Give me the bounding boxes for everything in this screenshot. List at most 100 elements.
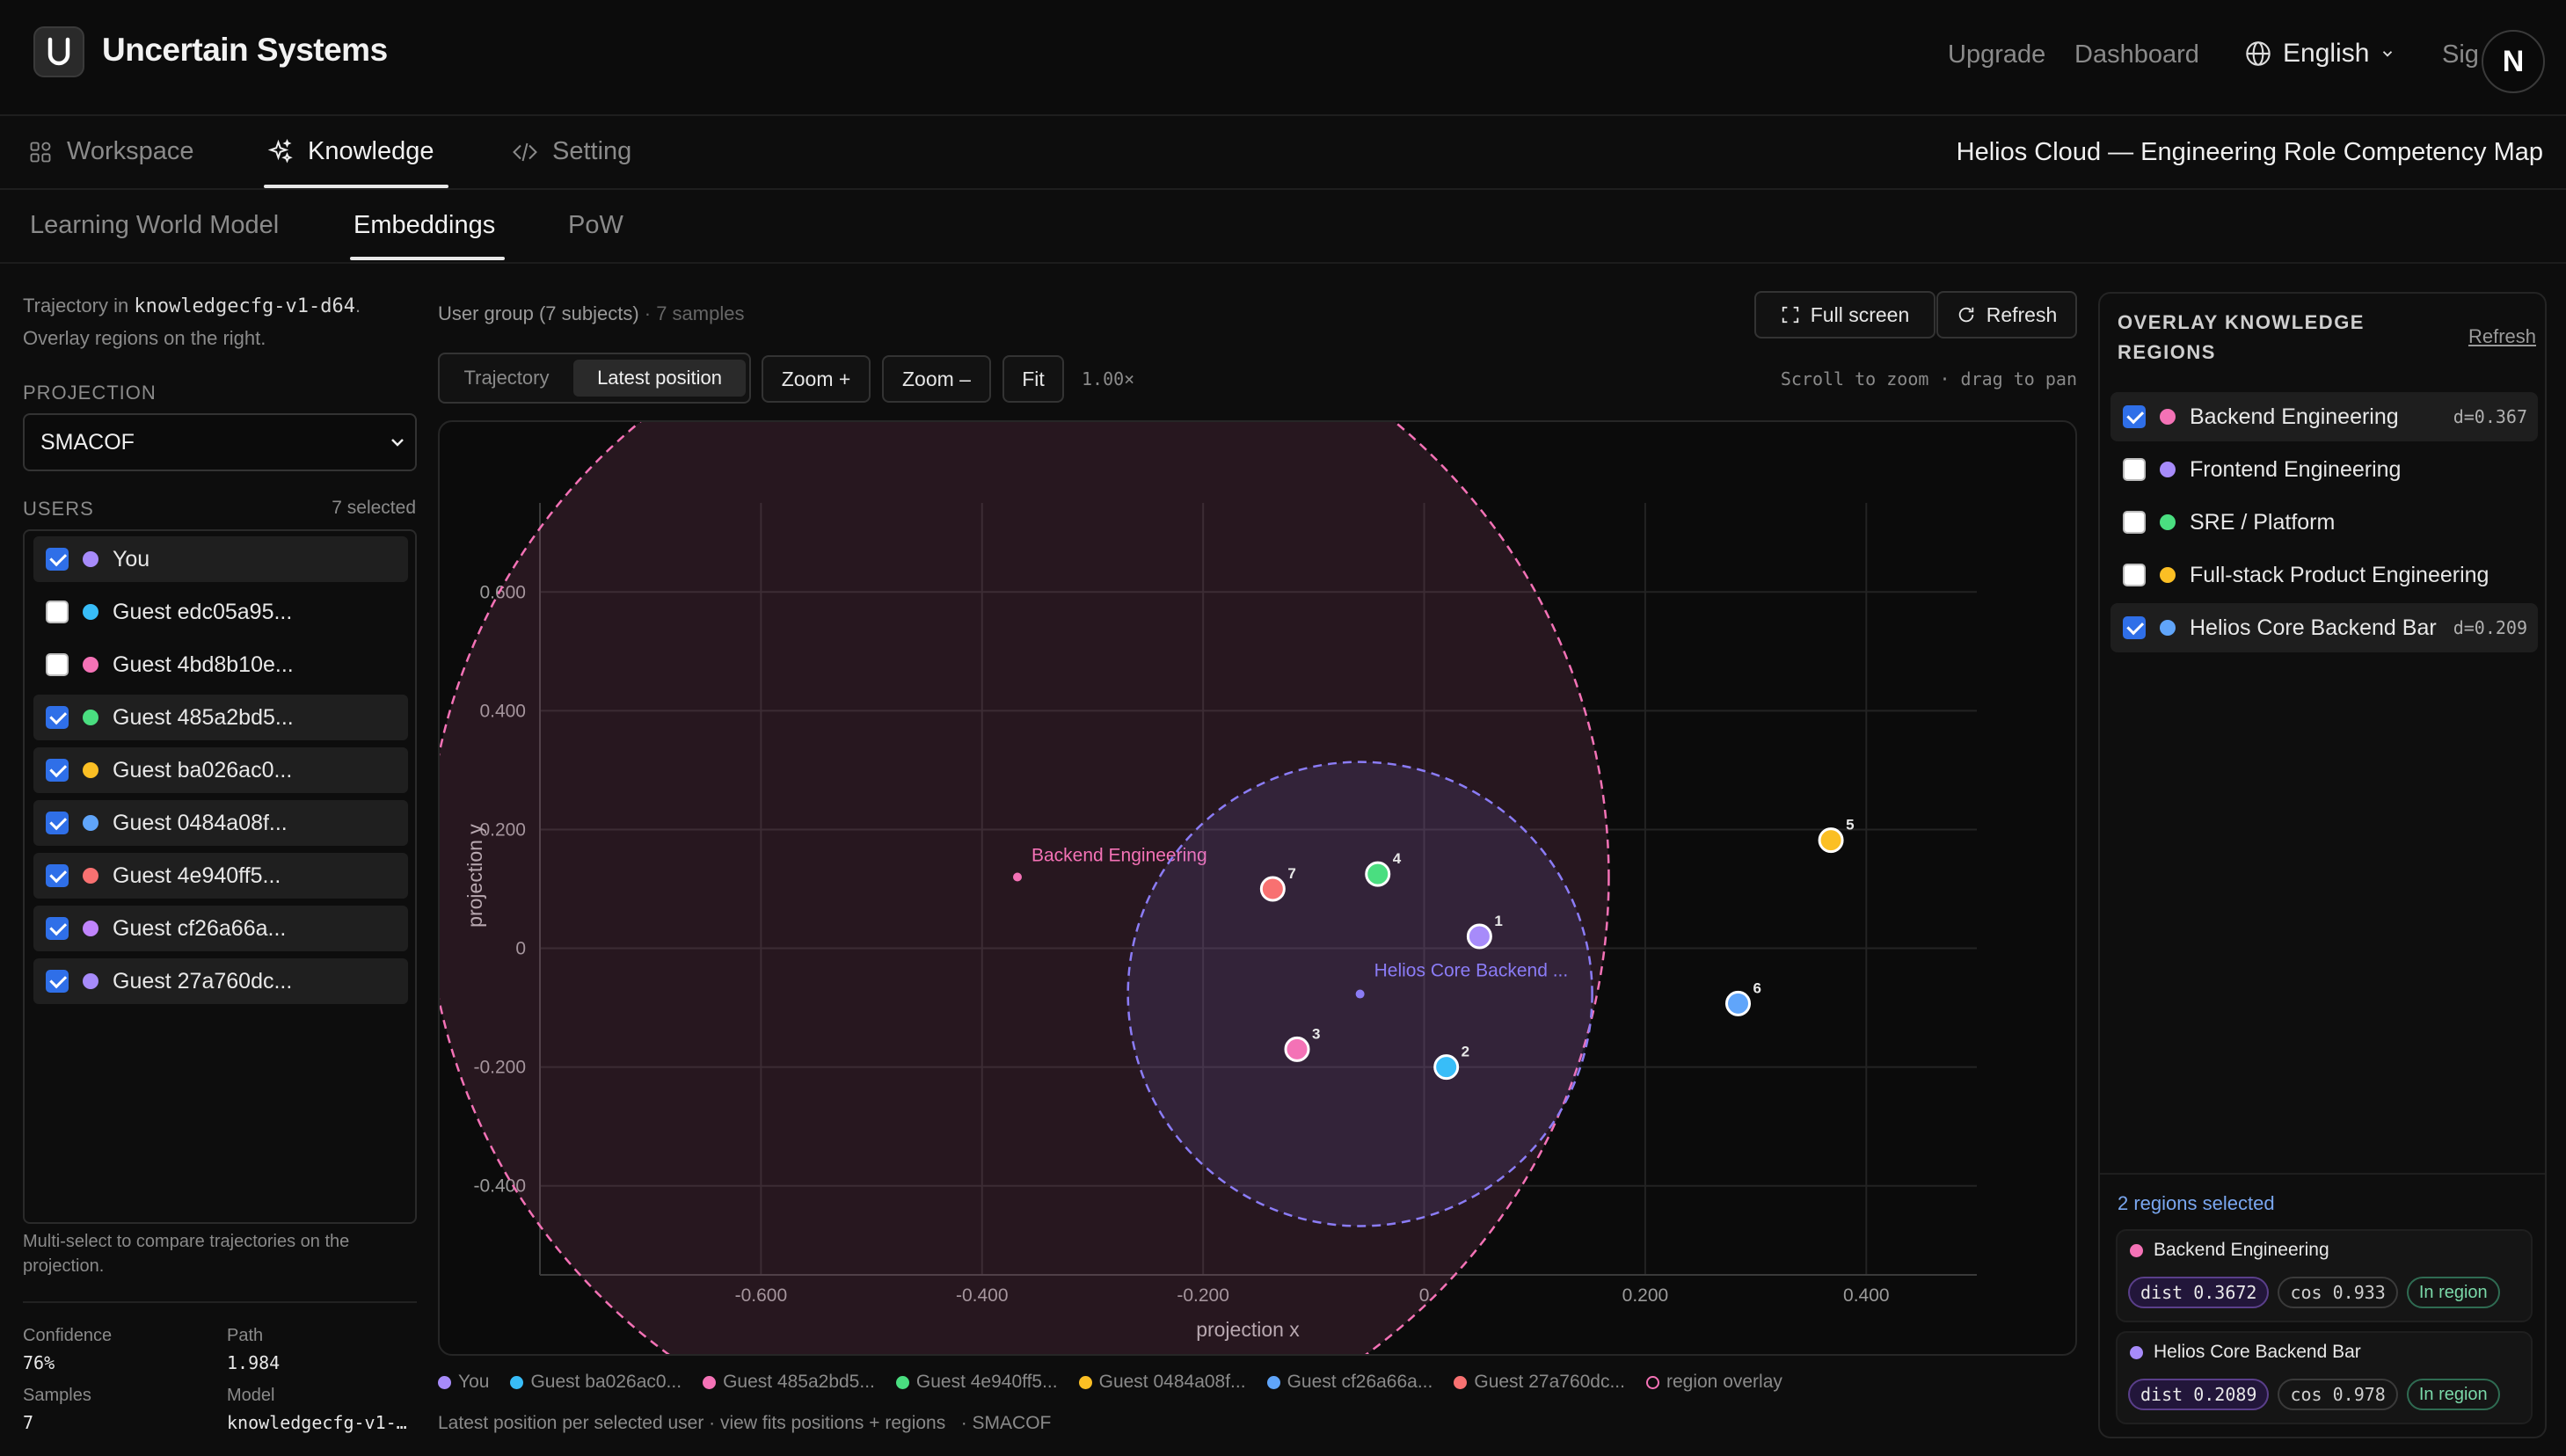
language-selector[interactable]: English (2244, 39, 2395, 69)
user-checkbox[interactable] (46, 759, 69, 782)
legend-swatch (510, 1375, 524, 1389)
user-checkbox[interactable] (46, 548, 69, 571)
user-color-dot (83, 868, 98, 884)
region-checkbox[interactable] (2123, 511, 2146, 534)
region-color-dot (2160, 462, 2176, 477)
path-value: 1.984 (227, 1352, 281, 1373)
distance-pill: dist 0.3672 (2128, 1277, 2270, 1308)
data-point[interactable] (1433, 1054, 1460, 1081)
user-group-name: User group (7 subjects) (438, 302, 639, 324)
confidence-value: 76% (23, 1352, 55, 1373)
sample-count: · 7 samples (638, 302, 745, 324)
mode-latest-button[interactable]: Latest position (573, 360, 746, 397)
user-row[interactable]: Guest cf26a66a... (33, 906, 408, 951)
distance-pill: dist 0.2089 (2128, 1379, 2270, 1410)
sign-in-link[interactable]: Sig (2442, 40, 2479, 69)
data-point[interactable] (1466, 923, 1492, 950)
legend-swatch (703, 1375, 717, 1389)
region-row[interactable]: SRE / Platform (2110, 498, 2538, 547)
legend-label: You (458, 1372, 490, 1392)
legend-label: Guest 27a760dc... (1474, 1372, 1625, 1392)
subtab-embeddings[interactable]: Embeddings (354, 211, 495, 240)
subtab-pow[interactable]: PoW (568, 211, 623, 240)
user-row[interactable]: Guest ba026ac0... (33, 747, 408, 793)
user-row[interactable]: Guest 27a760dc... (33, 958, 408, 1004)
users-hint: Multi-select to compare trajectories on … (23, 1229, 349, 1278)
user-checkbox[interactable] (46, 917, 69, 940)
users-list[interactable]: You Guest edc05a95... Guest 4bd8b10e... Gue… (23, 529, 417, 1224)
legend-label: Guest 485a2bd5... (723, 1372, 875, 1392)
upgrade-link[interactable]: Upgrade (1948, 40, 2045, 69)
legend-label: Guest cf26a66a... (1287, 1372, 1433, 1392)
projection-select[interactable]: SMACOF (23, 413, 417, 471)
user-name: Guest 485a2bd5... (113, 704, 294, 730)
legend-swatch (1645, 1375, 1659, 1389)
region-color-dot (2160, 567, 2176, 583)
overlay-title-line2: REGIONS (2118, 341, 2216, 363)
data-point[interactable] (1818, 827, 1844, 854)
dashboard-link[interactable]: Dashboard (2074, 40, 2199, 69)
mode-trajectory-button[interactable]: Trajectory (445, 360, 568, 397)
user-checkbox[interactable] (46, 601, 69, 623)
user-row[interactable]: Guest 4e940ff5... (33, 853, 408, 899)
zoom-out-button[interactable]: Zoom – (882, 355, 991, 403)
user-checkbox[interactable] (46, 864, 69, 887)
user-row[interactable]: Guest edc05a95... (33, 589, 408, 635)
region-color-dot (2160, 409, 2176, 425)
legend-label: region overlay (1666, 1372, 1782, 1392)
user-row[interactable]: Guest 0484a08f... (33, 800, 408, 846)
region-row[interactable]: Frontend Engineering (2110, 445, 2538, 494)
region-center (1012, 872, 1022, 882)
region-checkbox[interactable] (2123, 564, 2146, 586)
user-checkbox[interactable] (46, 706, 69, 729)
description-line2: Overlay regions on the right. (23, 327, 266, 349)
subtab-learning-world-model[interactable]: Learning World Model (30, 211, 279, 240)
region-row[interactable]: Helios Core Backend Bar d=0.209 (2110, 603, 2538, 652)
user-row[interactable]: Guest 4bd8b10e... (33, 642, 408, 688)
legend-item: Guest 0484a08f... (1078, 1372, 1246, 1393)
point-label: 6 (1753, 979, 1761, 996)
fit-button[interactable]: Fit (1002, 355, 1064, 403)
legend-item: Guest 485a2bd5... (703, 1372, 875, 1393)
scatter-chart[interactable]: -0.600 -0.400 -0.200 0 0.200 0.4000.6000.4000… (440, 422, 2077, 1356)
user-row[interactable]: Guest 485a2bd5... (33, 695, 408, 740)
refresh-icon (1958, 307, 1973, 323)
overlay-refresh-link[interactable]: Refresh (2468, 325, 2536, 348)
avatar[interactable]: N (2482, 30, 2545, 93)
zoom-level: 1.00× (1082, 368, 1135, 389)
region-checkbox[interactable] (2123, 405, 2146, 428)
tab-setting[interactable]: Setting (512, 137, 631, 166)
zoom-in-button[interactable]: Zoom + (762, 355, 871, 403)
user-row[interactable]: You (33, 536, 408, 582)
subtab-divider (0, 262, 2566, 264)
user-checkbox[interactable] (46, 812, 69, 834)
stats-divider (23, 1301, 417, 1303)
data-point[interactable] (1284, 1036, 1310, 1062)
user-checkbox[interactable] (46, 653, 69, 676)
user-name: Guest 4e940ff5... (113, 863, 281, 888)
data-point[interactable] (1365, 861, 1391, 887)
user-checkbox[interactable] (46, 970, 69, 993)
refresh-button[interactable]: Refresh (1936, 291, 2077, 339)
data-point[interactable] (1259, 876, 1286, 902)
embedding-plot[interactable]: -0.600 -0.400 -0.200 0 0.200 0.400 0.600 0.400 0… (438, 420, 2077, 1356)
region-row[interactable]: Backend Engineering d=0.367 (2110, 392, 2538, 441)
fullscreen-label: Full screen (1810, 302, 1910, 326)
region-name: Helios Core Backend Bar (2190, 615, 2437, 640)
data-point[interactable] (1725, 990, 1752, 1016)
tab-knowledge[interactable]: Knowledge (267, 137, 434, 166)
tab-workspace[interactable]: Workspace (28, 137, 194, 166)
brand-logo[interactable] (33, 26, 84, 77)
legend-label: Guest ba026ac0... (530, 1372, 682, 1392)
point-label: 5 (1846, 817, 1854, 834)
fullscreen-button[interactable]: Full screen (1754, 291, 1935, 339)
region-checkbox[interactable] (2123, 616, 2146, 639)
region-row[interactable]: Full-stack Product Engineering (2110, 550, 2538, 600)
legend-item: You (438, 1372, 489, 1393)
legend-swatch (1078, 1375, 1092, 1389)
chevron-down-icon (2383, 51, 2393, 57)
users-selected-count: 7 selected (332, 498, 416, 518)
model-label: Model (227, 1386, 275, 1405)
description-suffix: . (355, 295, 361, 317)
region-checkbox[interactable] (2123, 458, 2146, 481)
